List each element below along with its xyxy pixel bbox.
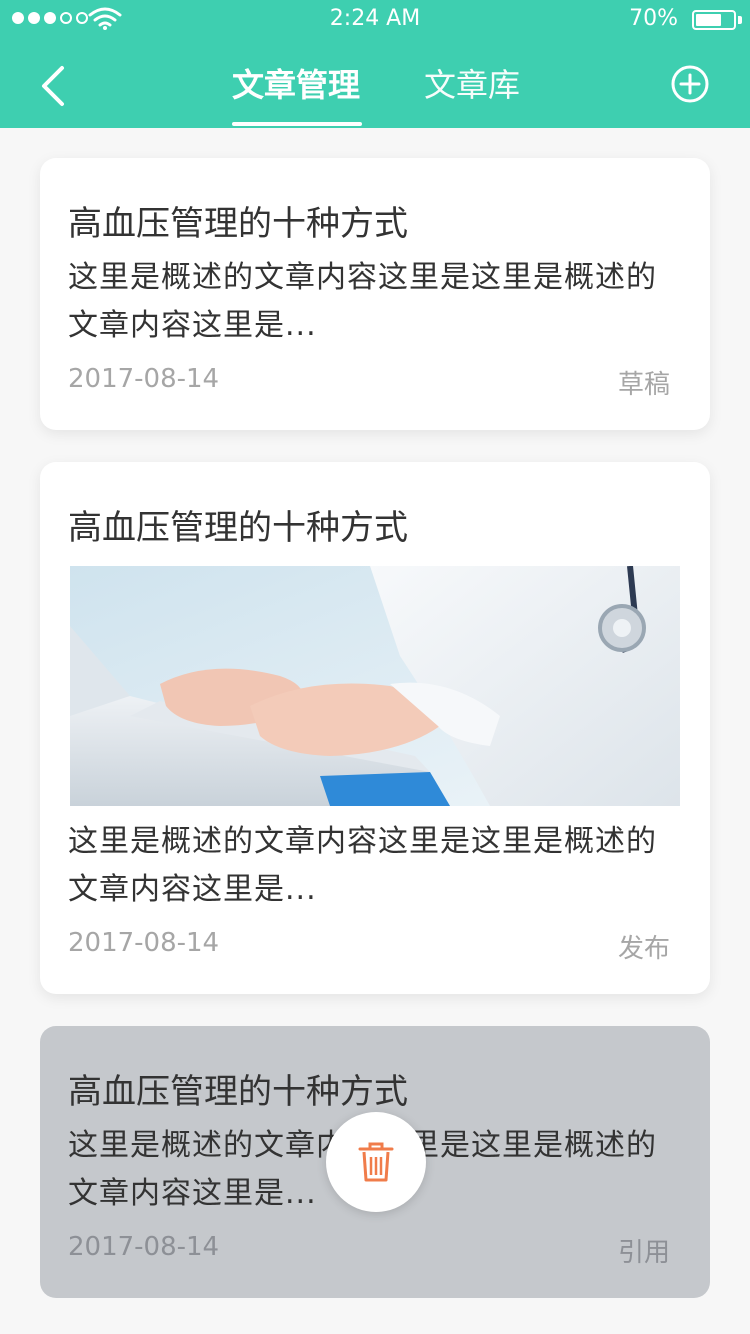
article-date: 2017-08-14: [68, 928, 220, 958]
article-summary: 这里是概述的文章内容这里是这里是概述的文章内容这里是...: [68, 260, 657, 343]
article-title: 高血压管理的十种方式: [68, 1072, 408, 1112]
doctor-typing-on-laptop-photo: [70, 566, 680, 806]
article-card[interactable]: 高血压管理的十种方式 这里是概述的文章内容这里是这里是概述的文章内容这里是...…: [40, 158, 710, 430]
article-date: 2017-08-14: [68, 364, 220, 394]
delete-button[interactable]: [326, 1112, 426, 1212]
article-title: 高血压管理的十种方式: [68, 508, 408, 548]
battery-cap: [738, 16, 742, 24]
trash-icon: [358, 1142, 394, 1182]
battery-icon: [692, 10, 736, 30]
article-card[interactable]: 高血压管理的十种方式 这里是概述的文章内容这里是这里是概述的文章内容这里是...…: [40, 462, 710, 994]
article-status: 引用: [617, 1238, 670, 1268]
article-date: 2017-08-14: [68, 1232, 220, 1262]
article-status: 草稿: [617, 370, 670, 400]
chevron-left-icon[interactable]: [36, 62, 76, 110]
active-tab-indicator: [232, 122, 362, 126]
status-bar: 2:24 AM 70%: [0, 0, 750, 40]
battery-percent: 70%: [629, 6, 678, 31]
battery-level: [696, 14, 721, 26]
top-bar: 2:24 AM 70% 文章管理 文章库: [0, 0, 750, 128]
article-title: 高血压管理的十种方式: [68, 204, 408, 244]
article-status: 发布: [617, 934, 670, 964]
plus-circle-icon[interactable]: [670, 64, 710, 104]
tab-article-management[interactable]: 文章管理: [232, 62, 360, 110]
article-summary: 这里是概述的文章内容这里是这里是概述的文章内容这里是...: [68, 824, 657, 907]
tab-article-library[interactable]: 文章库: [424, 62, 520, 110]
